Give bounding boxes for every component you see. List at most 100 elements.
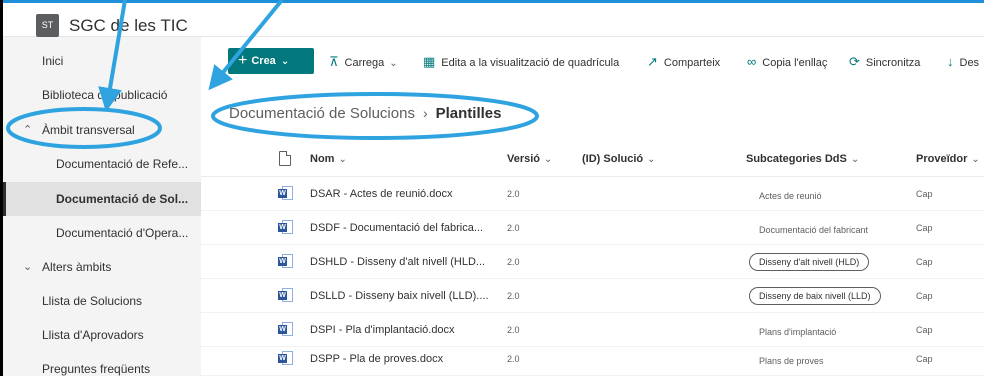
chevron-down-icon: ⌄ (850, 154, 860, 165)
table-row[interactable]: W DSLLD - Disseny baix nivell (LLD).... … (201, 279, 984, 313)
sidebar-item-label: Llista d'Aprovadors (42, 328, 144, 342)
sync-icon: ⟳ (849, 54, 860, 69)
share-label: Comparteix (663, 57, 721, 69)
file-name[interactable]: DSPP - Pla de proves.docx (310, 353, 502, 365)
table-row[interactable]: W DSHLD - Disseny d'alt nivell (HLD... 2… (201, 245, 984, 279)
chevron-right-icon: › (422, 105, 428, 121)
word-document-icon: W (278, 220, 293, 234)
file-version: 2.0 (507, 325, 520, 335)
breadcrumb-current: Plantilles (435, 105, 502, 122)
file-subcategory: Documentació del fabricant (759, 225, 869, 235)
column-header-name[interactable]: Nom ⌄ (310, 153, 347, 165)
sidebar-item-doc-operacio[interactable]: Documentació d'Opera... (3, 216, 201, 250)
new-button-label: Crea (251, 55, 276, 67)
file-name[interactable]: DSLLD - Disseny baix nivell (LLD).... (310, 290, 502, 302)
table-header: Nom ⌄ Versió ⌄ (ID) Solució ⌄ Subcategories… (201, 143, 984, 177)
chevron-down-icon: ⌄ (389, 58, 398, 69)
file-type-icon[interactable] (279, 151, 291, 166)
sidebar-item-preguntes[interactable]: Preguntes freqüents (3, 352, 201, 376)
site-title[interactable]: SGC de les TIC (69, 16, 188, 36)
grid-icon: ▦ (423, 54, 436, 69)
upload-icon: ⊼ (329, 54, 339, 69)
download-button[interactable]: ↓ Des (947, 54, 979, 70)
sidebar-item-biblioteca[interactable]: Biblioteca de publicació (3, 78, 201, 112)
word-document-icon: W (278, 254, 293, 268)
sidebar-item-label: Documentació de Sol... (56, 192, 189, 206)
file-name[interactable]: DSDF - Documentació del fabrica... (310, 222, 502, 234)
file-version: 2.0 (507, 189, 520, 199)
sidebar-item-ambit-transversal[interactable]: ⌃ Àmbit transversal (3, 113, 201, 147)
sidebar-item-inici[interactable]: Inici (3, 44, 201, 78)
word-document-icon: W (278, 288, 293, 302)
column-header-label: Nom (310, 153, 335, 165)
table-row[interactable]: W DSDF - Documentació del fabrica... 2.0… (201, 211, 984, 245)
table-row[interactable]: W DSPP - Pla de proves.docx 2.0 Plans de… (201, 342, 984, 376)
share-button[interactable]: ↗ Comparteix (647, 54, 720, 70)
file-name[interactable]: DSPI - Pla d'implantació.docx (310, 324, 502, 336)
file-subcategory: Plans de proves (759, 356, 824, 366)
upload-button[interactable]: ⊼ Carrega ⌄ (329, 54, 398, 70)
plus-icon: + (238, 52, 248, 69)
word-document-icon: W (278, 322, 293, 336)
breadcrumb-parent[interactable]: Documentació de Solucions (229, 105, 415, 122)
file-subcategory[interactable]: Disseny d'alt nivell (HLD) (749, 253, 870, 271)
column-header-label: (ID) Solució (582, 153, 644, 165)
word-document-icon: W (278, 351, 293, 365)
sidebar-item-label: Inici (42, 54, 64, 68)
sidebar-nav: Inici Biblioteca de publicació ⌃ Àmbit t… (3, 37, 201, 376)
sidebar-item-doc-solucions[interactable]: Documentació de Sol... (3, 182, 201, 216)
command-bar: + Crea ⌄ ⊼ Carrega ⌄ ▦ Edita a la visualitzac… (201, 43, 984, 79)
copy-link-label: Copia l'enllaç (762, 57, 828, 69)
file-subcategory: Actes de reunió (759, 191, 822, 201)
sidebar-item-label: Biblioteca de publicació (42, 88, 168, 102)
sidebar-item-label: Alters àmbits (42, 260, 112, 274)
file-provider: Cap (916, 291, 933, 301)
grid-edit-button[interactable]: ▦ Edita a la visualització de quadrícula (423, 54, 619, 70)
file-provider: Cap (916, 223, 933, 233)
file-provider: Cap (916, 189, 933, 199)
link-icon: ∞ (747, 54, 757, 69)
new-button[interactable]: + Crea ⌄ (228, 48, 314, 74)
file-version: 2.0 (507, 223, 520, 233)
file-provider: Cap (916, 325, 933, 335)
site-logo[interactable]: ST (36, 14, 59, 37)
file-name[interactable]: DSAR - Actes de reunió.docx (310, 188, 502, 200)
chevron-up-icon[interactable]: ⌃ (23, 113, 32, 147)
chevron-down-icon: ⌄ (280, 56, 290, 67)
download-label: Des (959, 57, 980, 69)
table-row[interactable]: W DSAR - Actes de reunió.docx 2.0 Actes … (201, 177, 984, 211)
file-name[interactable]: DSHLD - Disseny d'alt nivell (HLD... (310, 256, 502, 268)
file-subcategory[interactable]: Disseny de baix nivell (LLD) (749, 287, 881, 305)
file-subcategory: Plans d'implantació (759, 327, 837, 337)
site-header: ST SGC de les TIC (3, 3, 984, 37)
chevron-down-icon: ⌄ (338, 154, 347, 165)
sidebar-item-altres-ambits[interactable]: ⌄ Alters àmbits (3, 250, 201, 284)
file-version: 2.0 (507, 257, 520, 267)
column-header-solution-id[interactable]: (ID) Solució ⌄ (582, 153, 656, 165)
breadcrumb: Documentació de Solucions › Plantilles (229, 105, 501, 122)
upload-label: Carrega (344, 57, 385, 69)
file-version: 2.0 (507, 354, 520, 364)
grid-edit-label: Edita a la visualització de quadrícula (441, 57, 620, 69)
sync-button[interactable]: ⟳ Sincronitza (849, 54, 920, 70)
column-header-label: Subcategories DdS (746, 153, 847, 165)
column-header-subcategories[interactable]: Subcategories DdS ⌄ (746, 153, 859, 165)
sidebar-item-llista-aprovadors[interactable]: Llista d'Aprovadors (3, 318, 201, 352)
sidebar-item-label: Documentació d'Opera... (56, 226, 189, 240)
column-header-label: Proveïdor (916, 153, 968, 165)
copy-link-button[interactable]: ∞ Copia l'enllaç (747, 54, 827, 70)
file-version: 2.0 (507, 291, 520, 301)
share-icon: ↗ (647, 54, 658, 69)
sidebar-item-llista-solucions[interactable]: Llista de Solucions (3, 284, 201, 318)
file-provider: Cap (916, 354, 933, 364)
chevron-down-icon: ⌄ (971, 154, 980, 165)
sidebar-item-label: Llista de Solucions (42, 294, 143, 308)
chevron-down-icon: ⌄ (544, 154, 553, 165)
column-header-version[interactable]: Versió ⌄ (507, 153, 552, 165)
chevron-down-icon[interactable]: ⌄ (23, 250, 32, 284)
sidebar-item-doc-referencia[interactable]: Documentació de Refe... (3, 147, 201, 181)
column-header-provider[interactable]: Proveïdor ⌄ (916, 153, 980, 165)
file-provider: Cap (916, 257, 933, 267)
chevron-down-icon: ⌄ (647, 154, 656, 165)
sidebar-item-label: Àmbit transversal (42, 123, 135, 137)
